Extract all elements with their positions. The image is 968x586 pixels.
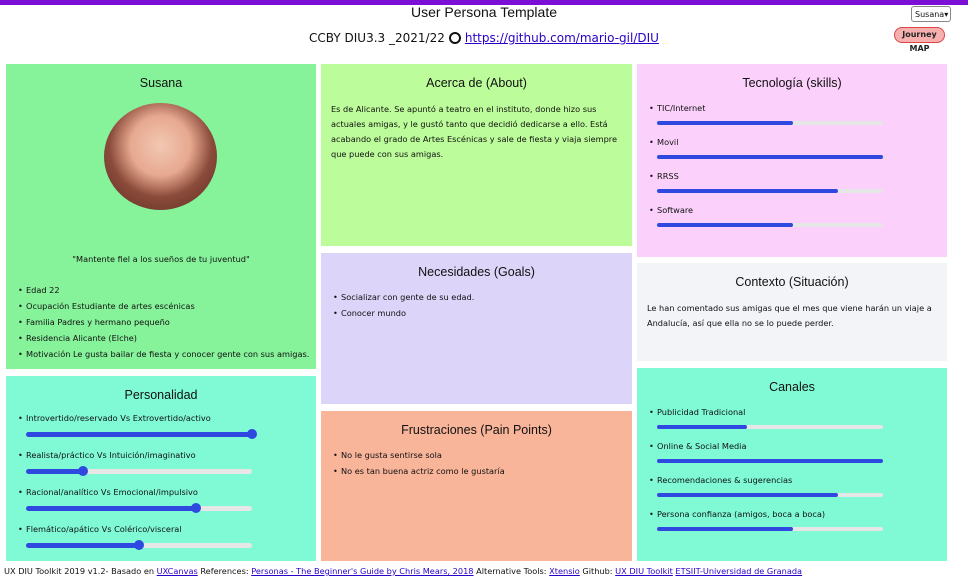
skill-label: Software: [657, 205, 694, 215]
frustrations-list: No le gusta sentirse sola No es tan buen…: [321, 447, 632, 479]
goal-item: Socializar con gente de su edad.: [333, 289, 632, 305]
channel-bar: [657, 459, 883, 463]
channel-item: Recomendaciones & sugerencias: [649, 472, 883, 497]
persona-details: Edad 22 Ocupación Estudiante de artes es…: [6, 282, 309, 362]
trait-item: Introvertido/reservado Vs Extrovertido/a…: [18, 410, 257, 439]
about-title: Acerca de (About): [426, 76, 527, 90]
footer-text: References:: [197, 566, 252, 576]
goals-title: Necesidades (Goals): [418, 265, 535, 279]
channel-label: Persona confianza (amigos, boca a boca): [657, 509, 826, 519]
detail-age: Edad 22: [18, 282, 309, 298]
chevron-down-icon: ▾: [944, 9, 949, 19]
personality-list: Introvertido/reservado Vs Extrovertido/a…: [6, 410, 316, 550]
skill-label: TIC/Internet: [657, 103, 706, 113]
github-icon: [448, 32, 461, 44]
skill-item: Software: [649, 202, 883, 227]
detail-family: Familia Padres y hermano pequeño: [18, 314, 309, 330]
skills-list: TIC/Internet Movil RRSS Software: [637, 100, 947, 227]
persona-name: Susana: [139, 76, 183, 90]
trait-slider[interactable]: [26, 540, 252, 550]
detail-occupation: Ocupación Estudiante de artes escénicas: [18, 298, 309, 314]
slider-thumb[interactable]: [134, 540, 144, 550]
slider-thumb[interactable]: [247, 429, 257, 439]
goal-item: Conocer mundo: [333, 305, 632, 321]
channel-label: Publicidad Tradicional: [657, 407, 746, 417]
about-card: Acerca de (About) Es de Alicante. Se apu…: [321, 64, 632, 246]
skill-label: RRSS: [657, 171, 679, 181]
avatar: [104, 103, 217, 210]
frustrations-card: Frustraciones (Pain Points) No le gusta …: [321, 411, 632, 561]
skill-item: TIC/Internet: [649, 100, 883, 125]
slider-thumb[interactable]: [77, 466, 88, 476]
skill-item: RRSS: [649, 168, 883, 193]
footer-link-ugr[interactable]: ETSIIT-Universidad de Granada: [675, 566, 802, 576]
persona-select[interactable]: Susana ▾: [911, 6, 951, 22]
channel-label: Recomendaciones & sugerencias: [657, 475, 793, 485]
journey-map-button[interactable]: Journey MAP: [894, 27, 945, 53]
channels-card: Canales Publicidad Tradicional Online & …: [637, 368, 947, 561]
trait-slider[interactable]: [26, 466, 252, 476]
footer-link-uxcanvas[interactable]: UXCanvas: [157, 566, 198, 576]
goals-list: Socializar con gente de su edad. Conocer…: [321, 289, 632, 321]
trait-label: Flemático/apático Vs Colérico/visceral: [26, 524, 182, 534]
about-text: Es de Alicante. Se apuntó a teatro en el…: [331, 104, 618, 159]
context-card: Contexto (Situación) Le han comentado su…: [637, 263, 947, 361]
channels-list: Publicidad Tradicional Online & Social M…: [637, 404, 947, 531]
footer-text: UX DIU Toolkit 2019 v1.2- Basado en: [4, 566, 157, 576]
trait-item: Realista/práctico Vs Intuición/imaginati…: [18, 447, 252, 476]
frustrations-title: Frustraciones (Pain Points): [401, 423, 552, 437]
skill-item: Movil: [649, 134, 883, 159]
slider-thumb[interactable]: [190, 503, 201, 513]
skill-label: Movil: [657, 137, 679, 147]
skills-title: Tecnología (skills): [742, 76, 842, 90]
trait-item: Flemático/apático Vs Colérico/visceral: [18, 521, 252, 550]
trait-label: Realista/práctico Vs Intuición/imaginati…: [26, 450, 196, 460]
footer-text: Alternative Tools:: [473, 566, 550, 576]
personality-title: Personalidad: [124, 388, 198, 402]
skill-bar: [657, 155, 883, 159]
channel-item: Online & Social Media: [649, 438, 883, 463]
footer-text: Github:: [579, 566, 616, 576]
skill-bar: [657, 189, 883, 193]
channel-item: Persona confianza (amigos, boca a boca): [649, 506, 883, 531]
footer-link-toolkit[interactable]: UX DIU Toolkit: [615, 566, 673, 576]
trait-slider[interactable]: [26, 429, 257, 439]
trait-slider[interactable]: [26, 503, 252, 513]
footer-link-references[interactable]: Personas - The Beginner's Guide by Chris…: [251, 566, 473, 576]
persona-card: Susana "Mantente fiel a los sueños de tu…: [6, 64, 316, 369]
trait-label: Racional/analítico Vs Emocional/impulsiv…: [26, 487, 198, 497]
footer-link-xtensio[interactable]: Xtensio: [549, 566, 580, 576]
persona-select-value: Susana: [915, 9, 945, 19]
channel-bar: [657, 493, 883, 497]
context-text: Le han comentado sus amigas que el mes q…: [647, 303, 932, 328]
personality-card: Personalidad Introvertido/reservado Vs E…: [6, 376, 316, 561]
context-title: Contexto (Situación): [735, 275, 849, 289]
frustration-item: No es tan buena actriz como le gustaría: [333, 463, 632, 479]
subtitle-text: CCBY DIU3.3 _2021/22: [309, 31, 445, 45]
goals-card: Necesidades (Goals) Socializar con gente…: [321, 253, 632, 404]
persona-quote: "Mantente fiel a los sueños de tu juvent…: [72, 254, 250, 264]
channel-bar: [657, 527, 883, 531]
footer: UX DIU Toolkit 2019 v1.2- Basado en UXCa…: [4, 566, 802, 576]
detail-residence: Residencia Alicante (Elche): [18, 330, 309, 346]
repo-link[interactable]: https://github.com/mario-gil/DIU: [465, 31, 659, 45]
skill-bar: [657, 121, 883, 125]
skills-card: Tecnología (skills) TIC/Internet Movil R…: [637, 64, 947, 257]
detail-motivation: Motivación Le gusta bailar de fiesta y c…: [18, 346, 309, 362]
trait-item: Racional/analítico Vs Emocional/impulsiv…: [18, 484, 252, 513]
channel-label: Online & Social Media: [657, 441, 747, 451]
channel-item: Publicidad Tradicional: [649, 404, 883, 429]
page-subtitle: CCBY DIU3.3 _2021/22 https://github.com/…: [0, 31, 968, 45]
channel-bar: [657, 425, 883, 429]
frustration-item: No le gusta sentirse sola: [333, 447, 632, 463]
page-title: User Persona Template: [410, 4, 558, 20]
channels-title: Canales: [769, 380, 815, 394]
skill-bar: [657, 223, 883, 227]
trait-label: Introvertido/reservado Vs Extrovertido/a…: [26, 413, 211, 423]
